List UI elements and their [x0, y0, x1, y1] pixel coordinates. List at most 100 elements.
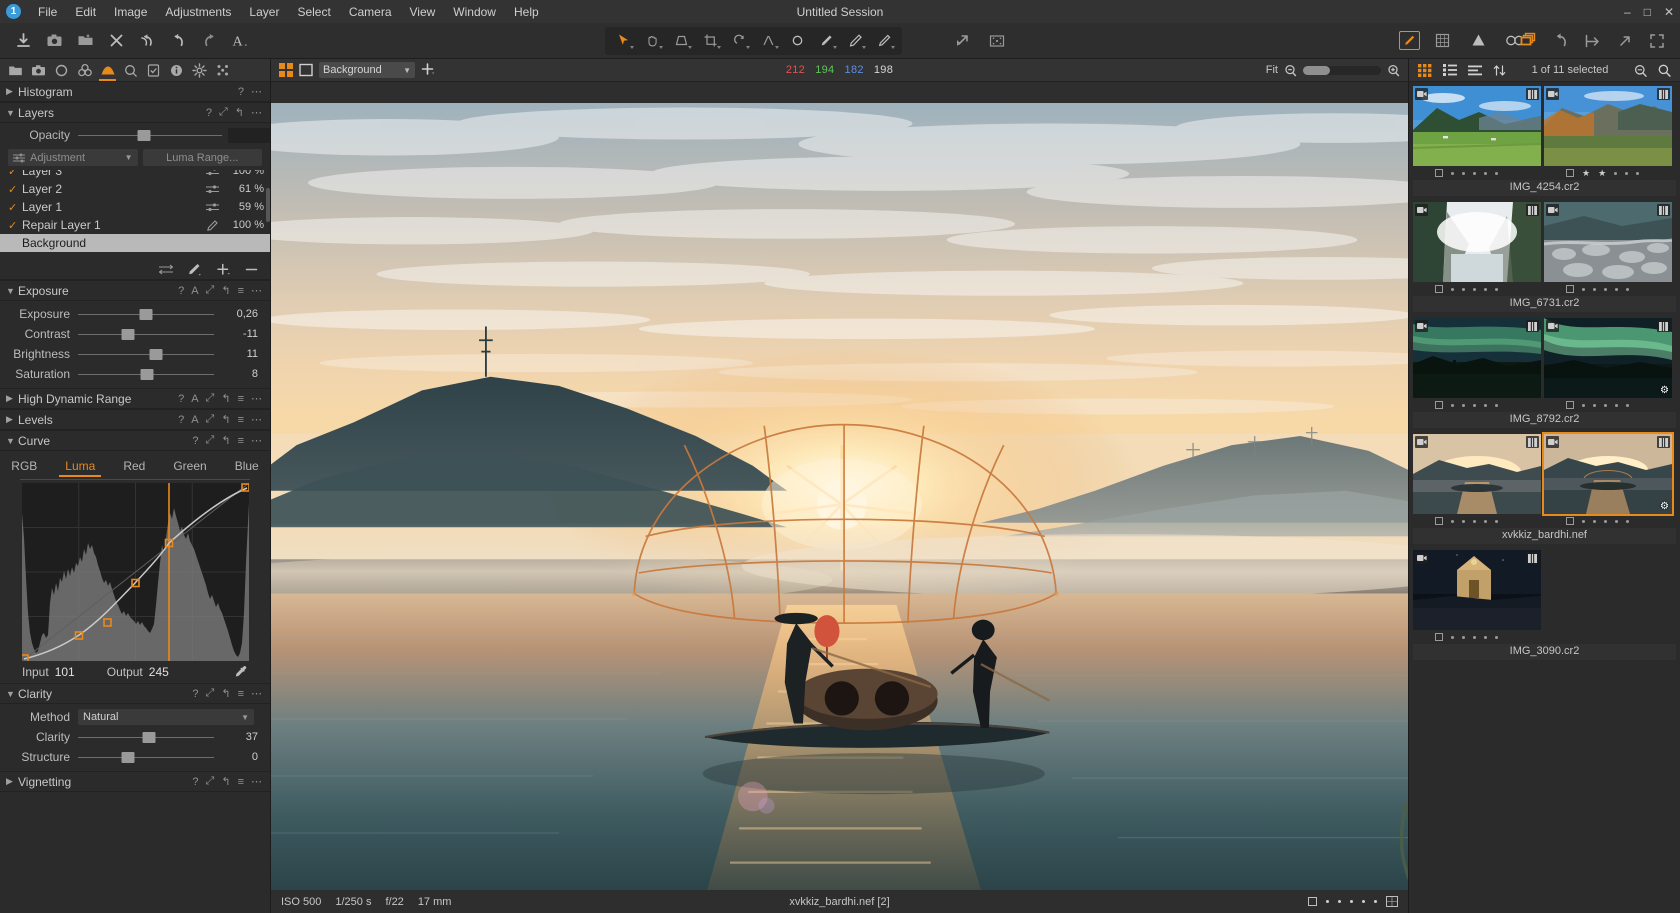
curve-tab-blue[interactable]: Blue	[221, 457, 270, 477]
slider-value[interactable]: -11	[220, 328, 262, 340]
close-icon[interactable]	[103, 27, 130, 54]
color-tag-box[interactable]	[1435, 633, 1443, 641]
rating-dot[interactable]	[1484, 287, 1487, 291]
more-icon[interactable]: ⋯	[251, 392, 262, 405]
details-view-icon[interactable]	[1468, 64, 1482, 76]
layer-mode-select[interactable]: Adjustment ▼	[8, 149, 138, 166]
capture-icon[interactable]	[41, 27, 68, 54]
rating-dot[interactable]	[1451, 171, 1454, 175]
auto-icon[interactable]: A	[191, 414, 198, 426]
eyedropper-icon[interactable]	[234, 665, 270, 679]
rating-dot[interactable]	[1451, 519, 1454, 523]
layer-visibility-checkbox[interactable]: ✓	[8, 201, 22, 214]
slider-value[interactable]: 0	[220, 751, 262, 763]
rating-dot[interactable]	[1473, 287, 1476, 291]
image-viewer[interactable]: ISO 500 1/250 s f/22 17 mm xvkkiz_bardhi…	[271, 82, 1408, 913]
rating-dot[interactable]	[1374, 900, 1377, 903]
help-icon[interactable]: ?	[178, 285, 184, 297]
slider-knob[interactable]	[149, 348, 163, 360]
thumbnail-item[interactable]	[1413, 550, 1541, 630]
color-tag-box[interactable]	[1566, 285, 1574, 293]
curve-tab-luma[interactable]: Luma	[51, 457, 109, 477]
brush-icon[interactable]	[187, 263, 202, 276]
reset-icon[interactable]	[1547, 27, 1574, 54]
grid-view-icon[interactable]	[1429, 27, 1456, 54]
color-tag-box[interactable]	[1566, 401, 1574, 409]
help-icon[interactable]: ?	[178, 414, 184, 426]
rating-dot[interactable]	[1582, 519, 1585, 523]
rating-row[interactable]	[1544, 282, 1672, 296]
more-icon[interactable]: ⋯	[251, 434, 262, 447]
exposure-warning-icon[interactable]	[1465, 27, 1492, 54]
slider-knob[interactable]	[142, 731, 156, 743]
slider-knob[interactable]	[121, 751, 135, 763]
rating-dot[interactable]	[1495, 171, 1498, 175]
straighten-tool-icon[interactable]	[754, 29, 782, 53]
output-tab[interactable]	[188, 59, 211, 81]
menu-edit[interactable]: Edit	[66, 2, 105, 22]
panel-histogram[interactable]: ▶ Histogram ? ⋯	[0, 81, 270, 102]
expand-icon[interactable]: ⤢	[206, 413, 215, 426]
color-tab[interactable]	[73, 59, 96, 81]
maximize-button[interactable]: □	[1644, 6, 1651, 18]
redo-icon[interactable]	[196, 27, 223, 54]
crop-tool-icon[interactable]	[696, 29, 724, 53]
close-button[interactable]: ✕	[1664, 6, 1674, 18]
rating-dot[interactable]	[1462, 519, 1465, 523]
thumbnail-item[interactable]	[1413, 318, 1541, 398]
rating-row[interactable]	[1413, 166, 1541, 180]
thumbnail-grid-icon[interactable]	[1418, 63, 1432, 77]
help-icon[interactable]: ?	[206, 107, 212, 119]
auto-icon[interactable]: A	[191, 285, 198, 297]
rating-row[interactable]: ★ ★	[1544, 166, 1672, 180]
contrast-slider[interactable]	[78, 326, 214, 342]
clarity-method-select[interactable]: Natural ▼	[78, 709, 254, 725]
rating-dot[interactable]	[1451, 287, 1454, 291]
rating-dot[interactable]	[1484, 403, 1487, 407]
menu-help[interactable]: Help	[505, 2, 548, 22]
rating-dot[interactable]	[1582, 403, 1585, 407]
menu-icon[interactable]: ≡	[238, 393, 244, 405]
panel-exposure[interactable]: ▼ Exposure ? A ⤢ ↰ ≡ ⋯	[0, 280, 270, 301]
menu-icon[interactable]: ≡	[238, 435, 244, 447]
rating-dot[interactable]	[1473, 519, 1476, 523]
layer-visibility-checkbox[interactable]: ✓	[8, 183, 22, 196]
thumbnail-item[interactable]	[1413, 202, 1541, 282]
metadata-tab[interactable]	[165, 59, 188, 81]
rating-dot[interactable]	[1626, 519, 1629, 523]
rating-dot[interactable]	[1451, 635, 1454, 639]
viewer-layer-select[interactable]: Background ▼	[319, 62, 415, 78]
more-icon[interactable]: ⋯	[251, 85, 262, 98]
panel-clarity[interactable]: ▼ Clarity ? ⤢ ↰ ≡ ⋯	[0, 683, 270, 704]
opacity-value[interactable]	[228, 127, 270, 143]
rating-dot[interactable]	[1462, 287, 1465, 291]
minimize-button[interactable]: –	[1624, 6, 1631, 18]
rating-dot[interactable]	[1326, 900, 1329, 903]
expand-icon[interactable]: ⤢	[206, 775, 215, 788]
details-tab[interactable]	[119, 59, 142, 81]
plus-icon[interactable]	[421, 63, 436, 77]
fill-mask-icon[interactable]	[159, 264, 173, 275]
rating-row[interactable]	[1413, 514, 1541, 528]
panel-high-dynamic-range[interactable]: ▶ High Dynamic Range ? A ⤢ ↰ ≡ ⋯	[0, 388, 270, 409]
rating-dot[interactable]	[1462, 171, 1465, 175]
rating-dot[interactable]	[1615, 519, 1618, 523]
thumbnail-item[interactable]	[1544, 202, 1672, 282]
rating-dot[interactable]	[1495, 519, 1498, 523]
slider-value[interactable]: 37	[220, 731, 262, 743]
draw-mask-tool-icon[interactable]	[812, 29, 840, 53]
rating-dot[interactable]	[1338, 900, 1341, 903]
rating-star-icon[interactable]: ★	[1582, 168, 1590, 178]
menu-layer[interactable]: Layer	[240, 2, 288, 22]
expand-icon[interactable]: ⤢	[206, 392, 215, 405]
menu-adjustments[interactable]: Adjustments	[156, 2, 240, 22]
rating-dot[interactable]	[1362, 900, 1365, 903]
thumbnail-item-selected[interactable]: ⚙	[1542, 432, 1674, 516]
menu-icon[interactable]: ≡	[238, 285, 244, 297]
rating-dot[interactable]	[1593, 403, 1596, 407]
rating-dot[interactable]	[1495, 403, 1498, 407]
rating-dot[interactable]	[1604, 287, 1607, 291]
curve-output-value[interactable]: 245	[149, 665, 169, 679]
rating-dot[interactable]	[1593, 287, 1596, 291]
copy-apply-icon[interactable]	[1579, 27, 1606, 54]
